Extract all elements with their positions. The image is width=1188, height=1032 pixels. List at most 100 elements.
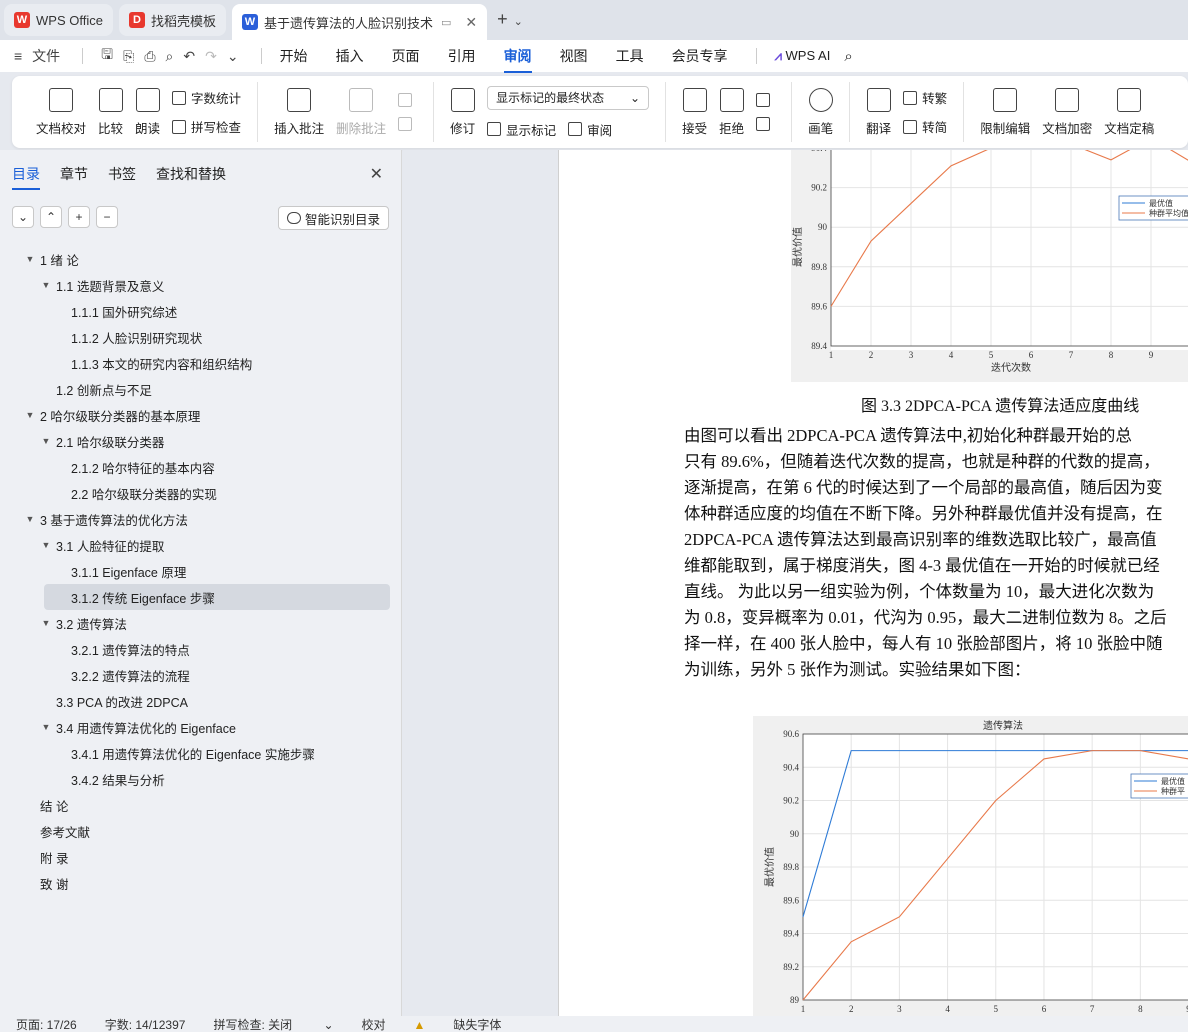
toc-item[interactable]: 2.1.2 哈尔特征的基本内容 — [0, 454, 402, 480]
translate-button[interactable]: 翻译 — [866, 87, 891, 137]
reject-icon — [719, 87, 744, 112]
expand-up-button[interactable]: ⌃ — [40, 206, 62, 228]
toc-item[interactable]: 3.4.1 用遗传算法优化的 Eigenface 实施步骤 — [0, 740, 402, 766]
tab-chapters[interactable]: 章节 — [60, 164, 88, 190]
accept-button[interactable]: 接受 — [682, 87, 707, 137]
toc-item[interactable]: 3.1.1 Eigenface 原理 — [0, 558, 402, 584]
smart-toc-button[interactable]: 智能识别目录 — [277, 206, 389, 230]
toc-item[interactable]: ▼ 3.2 遗传算法 — [0, 610, 402, 636]
word-count-indicator[interactable]: 字数: 14/12397 — [105, 1016, 186, 1032]
chevron-down-icon[interactable]: ⌄ — [514, 15, 523, 28]
menu-member[interactable]: 会员专享 — [672, 46, 728, 66]
toc-item[interactable]: 结 论 — [0, 792, 402, 818]
print-preview-icon[interactable]: ⌕ — [166, 48, 174, 65]
expand-arrow-icon[interactable]: ▼ — [40, 722, 52, 732]
missing-font-indicator[interactable]: ▲ 缺失字体 — [414, 1016, 530, 1032]
toc-item[interactable]: 2.2 哈尔级联分类器的实现 — [0, 480, 402, 506]
toc-item[interactable]: ▼ 3.1 人脸特征的提取 — [0, 532, 402, 558]
tab-bookmarks[interactable]: 书签 — [108, 164, 136, 190]
reject-button[interactable]: 拒绝 — [719, 87, 744, 137]
toc-item[interactable]: ▼ 3.4 用遗传算法优化的 Eigenface — [0, 714, 402, 740]
toc-item[interactable]: ▼ 1.1 选题背景及意义 — [0, 272, 402, 298]
spell-check-button[interactable]: 拼写检查 — [172, 117, 241, 136]
tab-document[interactable]: W 基于遗传算法的人脸识别技术 ▭ ✕ — [231, 4, 488, 40]
tab-find-replace[interactable]: 查找和替换 — [156, 164, 226, 190]
toc-item[interactable]: 3.3 PCA 的改进 2DPCA — [0, 688, 402, 714]
toc-item[interactable]: 3.1.2 传统 Eigenface 步骤 — [44, 584, 390, 610]
review-pane-button[interactable]: 审阅 — [568, 120, 612, 139]
tab-wps-office[interactable]: W WPS Office — [4, 4, 113, 36]
toc-item[interactable]: 1.1.2 人脸识别研究现状 — [0, 324, 402, 350]
menu-view[interactable]: 视图 — [560, 46, 588, 66]
toc-item[interactable]: ▼ 2.1 哈尔级联分类器 — [0, 428, 402, 454]
chevron-down-icon[interactable]: ⌄ — [227, 48, 239, 65]
proofread-button[interactable]: 文档校对 — [36, 87, 86, 137]
spell-check-indicator[interactable]: 拼写检查: 关闭 ⌄ — [213, 1016, 333, 1032]
toc-item[interactable]: 1.1.3 本文的研究内容和组织结构 — [0, 350, 402, 376]
menu-reference[interactable]: 引用 — [448, 46, 476, 66]
to-simplified-button[interactable]: 转简 — [903, 117, 947, 136]
collapse-all-button[interactable]: ⌄ — [12, 206, 34, 228]
toc-item[interactable]: 1.1.1 国外研究综述 — [0, 298, 402, 324]
delete-comment-button[interactable]: 删除批注 — [336, 87, 386, 137]
toc-item[interactable]: 3.2.1 遗传算法的特点 — [0, 636, 402, 662]
encrypt-button[interactable]: 文档加密 — [1042, 87, 1092, 137]
new-tab-icon[interactable]: + — [497, 9, 508, 30]
document-page[interactable]: 1 2 3 4 5 6 7 8 9 89.4 89.6 89.8 90 90.2 90.4 迭代次数 最优价值最… — [558, 150, 1188, 1016]
restrict-edit-button[interactable]: 限制编辑 — [980, 87, 1030, 137]
wps-ai-button[interactable]: ⩘ WPS AI — [775, 48, 831, 64]
search-icon[interactable]: ⌕ — [844, 48, 852, 65]
expand-arrow-icon[interactable]: ▼ — [40, 436, 52, 446]
menu-review[interactable]: 审阅 — [503, 46, 532, 73]
expand-arrow-icon[interactable]: ▼ — [24, 514, 36, 524]
close-tab-icon[interactable]: ✕ — [465, 14, 477, 31]
show-markup-button[interactable]: 显示标记 — [487, 120, 556, 139]
insert-comment-button[interactable]: 插入批注 — [274, 87, 324, 137]
add-heading-button[interactable]: + — [68, 206, 90, 228]
next-comment-button[interactable] — [398, 117, 417, 131]
toc-item[interactable]: ▼ 2 哈尔级联分类器的基本原理 — [0, 402, 402, 428]
remove-heading-button[interactable]: − — [96, 206, 118, 228]
compare-button[interactable]: 比较 — [98, 87, 123, 137]
close-icon[interactable]: ✕ — [370, 164, 383, 184]
pen-button[interactable]: 画笔 — [808, 87, 833, 137]
toc-item[interactable]: 致 谢 — [0, 870, 402, 896]
expand-arrow-icon[interactable]: ▼ — [40, 618, 52, 628]
print-icon[interactable]: ⎙ — [144, 48, 155, 65]
markup-mode-dropdown[interactable]: 显示标记的最终状态 ⌄ — [487, 85, 650, 110]
expand-arrow-icon[interactable]: ▼ — [40, 280, 52, 290]
toc-item[interactable]: 附 录 — [0, 844, 402, 870]
page-indicator[interactable]: 页面: 17/26 — [16, 1016, 77, 1032]
toc-item[interactable]: 3.4.2 结果与分析 — [0, 766, 402, 792]
proof-indicator[interactable]: 校对 — [362, 1016, 386, 1032]
expand-arrow-icon[interactable]: ▼ — [24, 254, 36, 264]
window-icon[interactable]: ▭ — [441, 16, 451, 29]
undo-icon[interactable]: ↶ — [183, 48, 195, 65]
tab-docer[interactable]: D 找稻壳模板 — [118, 4, 226, 36]
tab-toc[interactable]: 目录 — [12, 164, 40, 190]
toc-item[interactable]: ▼ 1 绪 论 — [0, 246, 402, 272]
menu-start[interactable]: 开始 — [280, 46, 308, 66]
next-change-button[interactable] — [756, 117, 775, 131]
redo-icon[interactable]: ↷ — [205, 48, 217, 65]
file-menu[interactable]: ≡ 文件 — [14, 46, 60, 66]
expand-arrow-icon[interactable]: ▼ — [40, 540, 52, 550]
toc-item[interactable]: 参考文献 — [0, 818, 402, 844]
expand-arrow-icon[interactable]: ▼ — [24, 410, 36, 420]
save-icon[interactable]: 🖫 — [101, 44, 113, 68]
read-aloud-button[interactable]: 朗读 — [135, 87, 160, 137]
export-icon[interactable]: ⎘ — [123, 48, 134, 65]
prev-comment-button[interactable] — [398, 93, 417, 107]
to-traditional-button[interactable]: 转繁 — [903, 88, 947, 107]
finalize-button[interactable]: 文档定稿 — [1104, 87, 1154, 137]
toc-item[interactable]: 3.2.2 遗传算法的流程 — [0, 662, 402, 688]
track-changes-button[interactable]: 修订 — [450, 87, 475, 137]
menu-insert[interactable]: 插入 — [336, 46, 364, 66]
toc-item-label: 3.1.2 传统 Eigenface 步骤 — [71, 591, 215, 606]
menu-page[interactable]: 页面 — [392, 46, 420, 66]
prev-change-button[interactable] — [756, 93, 775, 107]
menu-tools[interactable]: 工具 — [616, 46, 644, 66]
toc-item[interactable]: 1.2 创新点与不足 — [0, 376, 402, 402]
word-count-button[interactable]: 字数统计 — [172, 88, 241, 107]
toc-item[interactable]: ▼ 3 基于遗传算法的优化方法 — [0, 506, 402, 532]
